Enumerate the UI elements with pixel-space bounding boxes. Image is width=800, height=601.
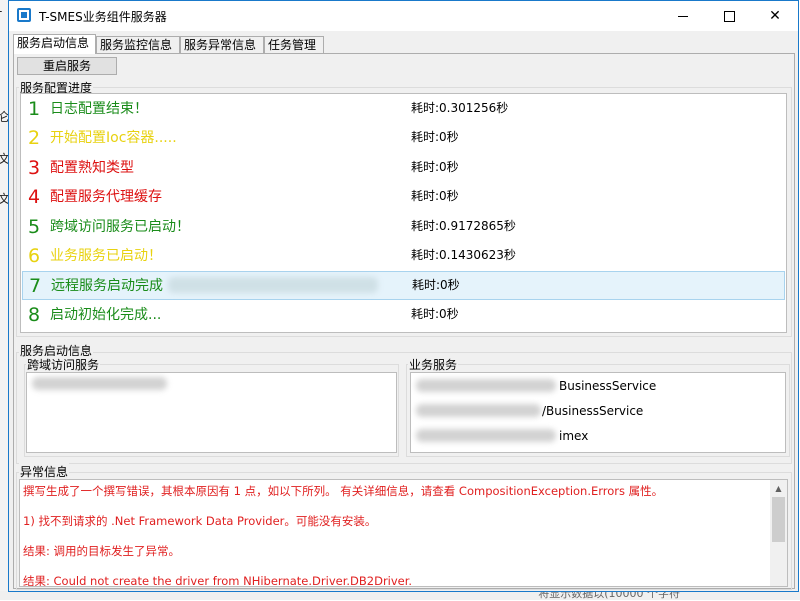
- business-service-label: 业务服务: [408, 356, 459, 373]
- cross-domain-list[interactable]: [26, 372, 397, 453]
- maximize-button[interactable]: [706, 1, 752, 31]
- redacted-text: [416, 429, 556, 442]
- step-text: 配置服务代理缓存: [50, 189, 162, 205]
- exception-group-label: 异常信息: [19, 463, 70, 480]
- tab-monitor-info[interactable]: 服务监控信息: [96, 36, 180, 53]
- redacted-text: [168, 277, 378, 293]
- step-time: 耗时:0.301256秒: [411, 101, 509, 115]
- app-icon: [17, 8, 31, 22]
- step-time: 耗时:0秒: [411, 130, 459, 144]
- step-text: 跨域访问服务已启动！: [50, 219, 190, 235]
- redacted-text: [416, 404, 541, 417]
- step-time: 耗时:0秒: [411, 189, 459, 203]
- step-number: 6: [28, 245, 41, 267]
- exception-line: 撰写生成了一个撰写错误，其根本原因有 1 点，如以下所列。 有关详细信息，请查看…: [23, 484, 664, 498]
- tab-exception-info[interactable]: 服务异常信息: [180, 36, 264, 53]
- progress-list: 1 日志配置结束！ 耗时:0.301256秒 2 开始配置Ioc容器..... …: [20, 93, 787, 333]
- step-number: 5: [28, 216, 41, 238]
- minimize-icon: [678, 15, 688, 17]
- step-text: 远程服务启动完成: [51, 278, 163, 294]
- exception-textbox[interactable]: 撰写生成了一个撰写错误，其根本原因有 1 点，如以下所列。 有关详细信息，请查看…: [19, 479, 788, 587]
- minimize-button[interactable]: [660, 1, 706, 31]
- step-number: 1: [28, 98, 41, 120]
- progress-step-selected[interactable]: 7 远程服务启动完成 耗时:0秒: [22, 271, 785, 300]
- step-number: 3: [28, 157, 41, 179]
- scroll-thumb[interactable]: [772, 497, 785, 542]
- step-time: 耗时:0秒: [411, 160, 459, 174]
- progress-step: 3 配置熟知类型 耗时:0秒: [22, 154, 785, 183]
- close-icon: ✕: [769, 8, 781, 24]
- exception-line: 1) 找不到请求的 .Net Framework Data Provider。可…: [23, 514, 377, 528]
- step-text: 启动初始化完成...: [50, 307, 162, 323]
- step-time: 耗时:0秒: [411, 307, 459, 321]
- exception-line: 结果: 调用的目标发生了异常。: [23, 544, 181, 558]
- background-app-strip: - 仑 文 文: [0, 0, 10, 600]
- step-text: 开始配置Ioc容器.....: [50, 130, 177, 146]
- step-text: 配置熟知类型: [50, 160, 134, 176]
- progress-step: 5 跨域访问服务已启动！ 耗时:0.9172865秒: [22, 213, 785, 242]
- background-glyph: -: [0, 4, 2, 18]
- step-number: 2: [28, 127, 41, 149]
- restart-service-button[interactable]: 重启服务: [17, 57, 117, 75]
- step-text: 业务服务已启动！: [50, 248, 162, 264]
- business-service-item: BusinessService: [559, 379, 657, 393]
- scroll-up-arrow-icon[interactable]: ▲: [770, 480, 787, 497]
- step-time: 耗时:0秒: [412, 278, 460, 292]
- maximize-icon: [723, 10, 735, 22]
- step-text: 日志配置结束！: [50, 101, 148, 117]
- step-time: 耗时:0.1430623秒: [411, 248, 516, 262]
- progress-step: 8 启动初始化完成... 耗时:0秒: [22, 301, 785, 330]
- progress-step: 2 开始配置Ioc容器..... 耗时:0秒: [22, 124, 785, 153]
- window-title: T-SMES业务组件服务器: [39, 10, 167, 24]
- tab-startup-info[interactable]: 服务启动信息: [13, 34, 96, 54]
- progress-step: 1 日志配置结束！ 耗时:0.301256秒: [22, 95, 785, 124]
- step-number: 7: [29, 275, 42, 297]
- tab-task-management[interactable]: 任务管理: [264, 36, 324, 53]
- tab-page-startup: 重启服务 服务配置进度 1 日志配置结束！ 耗时:0.301256秒 2 开始配…: [13, 53, 795, 590]
- business-service-item: imex: [559, 429, 589, 443]
- exception-line: 结果: Could not create the driver from NHi…: [23, 574, 413, 587]
- exception-scrollbar[interactable]: ▲: [770, 480, 787, 586]
- step-number: 8: [28, 304, 41, 326]
- close-button[interactable]: ✕: [752, 1, 798, 31]
- main-window: T-SMES业务组件服务器 ✕ 服务启动信息 服务监控信息 服务异常信息 任务管…: [8, 0, 799, 592]
- step-number: 4: [28, 186, 41, 208]
- business-service-list[interactable]: BusinessService /BusinessService imex: [410, 372, 786, 453]
- redacted-text: [32, 377, 167, 390]
- background-status-strip: 将显示数据以(10000 个字符: [0, 587, 800, 600]
- business-service-item: /BusinessService: [542, 404, 644, 418]
- title-bar[interactable]: T-SMES业务组件服务器 ✕: [9, 1, 798, 31]
- progress-step: 4 配置服务代理缓存 耗时:0秒: [22, 183, 785, 212]
- redacted-text: [416, 379, 556, 392]
- cross-domain-label: 跨域访问服务: [26, 356, 101, 373]
- step-time: 耗时:0.9172865秒: [411, 219, 516, 233]
- progress-step: 6 业务服务已启动！ 耗时:0.1430623秒: [22, 242, 785, 271]
